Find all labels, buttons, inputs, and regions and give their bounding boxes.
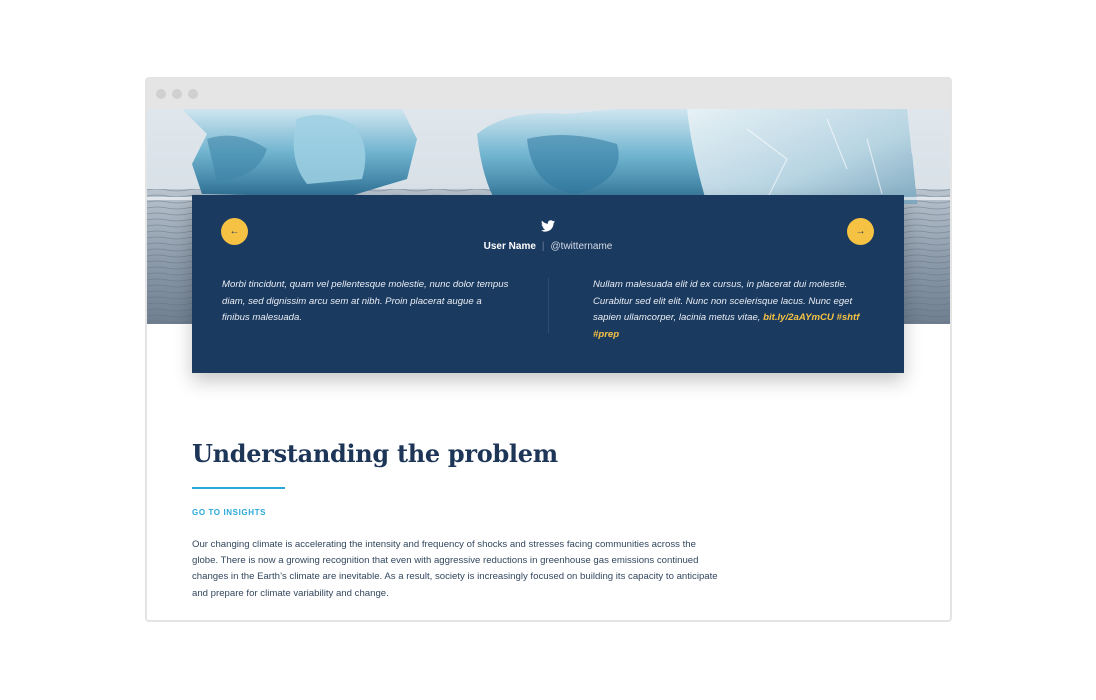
heading-underline bbox=[192, 487, 285, 489]
browser-window: ← → User Name | @twittername Morbi tincidu… bbox=[145, 77, 952, 622]
arrow-right-icon: → bbox=[855, 225, 866, 237]
go-to-insights-link[interactable]: GO TO INSIGHTS bbox=[192, 508, 266, 517]
tweet-card: ← → User Name | @twittername Morbi tincidu… bbox=[192, 195, 904, 373]
arrow-left-icon: ← bbox=[229, 225, 240, 237]
section-body-text: Our changing climate is accelerating the… bbox=[192, 539, 718, 599]
twitter-bird-icon bbox=[541, 220, 555, 232]
tweet-text-left: Morbi tincidunt, quam vel pellentesque m… bbox=[222, 279, 509, 323]
tweet-user-line: User Name | @twittername bbox=[192, 241, 904, 252]
section-heading: Understanding the problem bbox=[192, 439, 558, 468]
window-dot-close bbox=[156, 89, 166, 99]
window-dot-maximize bbox=[188, 89, 198, 99]
browser-toolbar bbox=[147, 79, 950, 109]
tweet-user-name[interactable]: User Name bbox=[484, 241, 536, 252]
tweet-divider bbox=[548, 278, 549, 333]
window-dot-minimize bbox=[172, 89, 182, 99]
user-separator: | bbox=[541, 241, 545, 252]
page-viewport: ← → User Name | @twittername Morbi tincidu… bbox=[147, 109, 950, 620]
tweet-handle[interactable]: @twittername bbox=[551, 241, 613, 252]
tweet-text-right: Nullam malesuada elit id ex cursus, in p… bbox=[593, 277, 879, 343]
